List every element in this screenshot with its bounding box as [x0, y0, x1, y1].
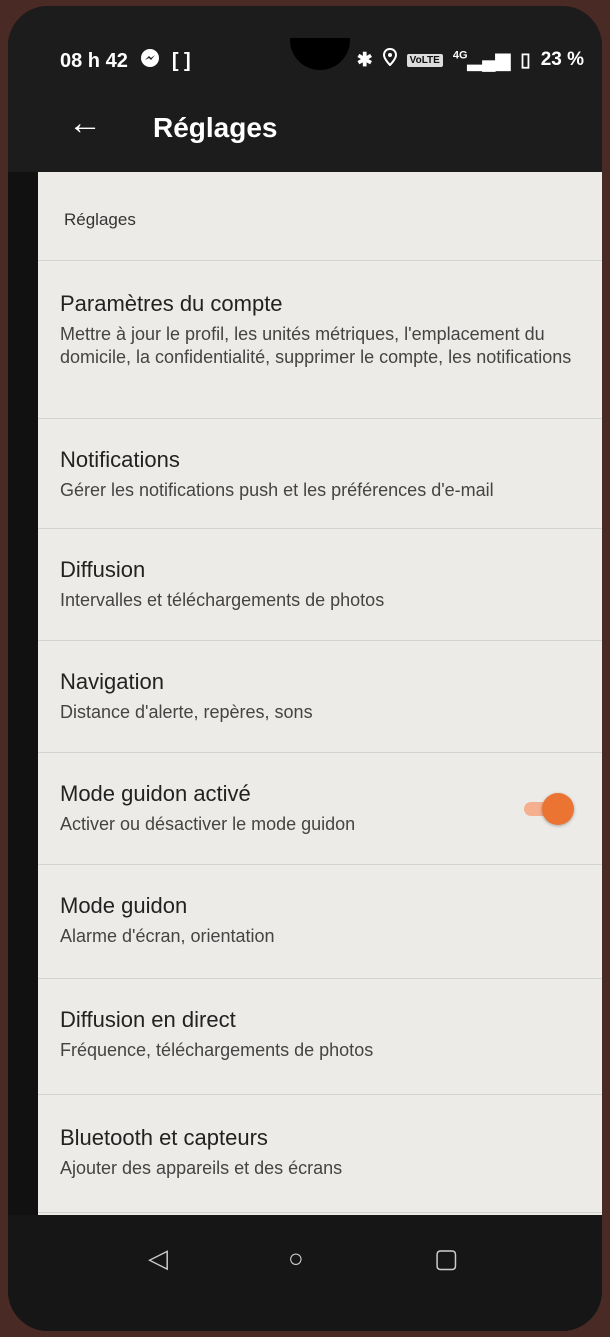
settings-list: Réglages Paramètres du compte Mettre à j… — [38, 172, 602, 1215]
setting-handlebar-mode-enabled[interactable]: Mode guidon activé Activer ou désactiver… — [38, 753, 602, 865]
setting-subtitle: Activer ou désactiver le mode guidon — [60, 814, 356, 834]
app-bar: ← Réglages — [8, 96, 602, 172]
status-bar: 08 h 42 [ ] ✱ VoLTE 4G▂▄▆ ▯ 23 % — [8, 6, 602, 96]
home-circle-icon[interactable]: ○ — [288, 1243, 304, 1274]
setting-handlebar-mode[interactable]: Mode guidon Alarme d'écran, orientation — [38, 865, 602, 979]
back-triangle-icon[interactable]: ◁ — [148, 1243, 168, 1274]
setting-subtitle: Distance d'alerte, repères, sons — [60, 702, 313, 722]
setting-subtitle: Gérer les notifications push et les préf… — [60, 480, 494, 500]
recents-square-icon[interactable]: ▢ — [434, 1243, 459, 1274]
setting-title: Paramètres du compte — [60, 291, 283, 316]
bracket-icon: [ ] — [171, 49, 191, 72]
setting-subtitle: Mettre à jour le profil, les unités métr… — [60, 324, 572, 367]
page-title: Réglages — [153, 112, 278, 143]
setting-bluetooth-sensors[interactable]: Bluetooth et capteurs Ajouter des appare… — [38, 1095, 602, 1213]
battery-level: 23 % — [540, 49, 584, 70]
setting-subtitle: Alarme d'écran, orientation — [60, 926, 275, 946]
volte-icon: VoLTE — [406, 53, 443, 67]
setting-live-broadcast[interactable]: Diffusion en direct Fréquence, télécharg… — [38, 979, 602, 1095]
setting-navigation[interactable]: Navigation Distance d'alerte, repères, s… — [38, 641, 602, 753]
setting-diffusion[interactable]: Diffusion Intervalles et téléchargements… — [38, 529, 602, 641]
section-header: Réglages — [38, 180, 602, 261]
signal-4g-icon: 4G▂▄▆ — [452, 49, 511, 71]
setting-title: Diffusion — [60, 557, 146, 582]
setting-subtitle: Fréquence, téléchargements de photos — [60, 1040, 374, 1060]
setting-subtitle: Ajouter des appareils et des écrans — [60, 1158, 343, 1178]
messenger-icon — [140, 48, 160, 74]
setting-title: Diffusion en direct — [60, 1007, 236, 1032]
clock: 08 h 42 — [60, 49, 128, 72]
toggle-knob — [542, 792, 574, 825]
phone-screen: 08 h 42 [ ] ✱ VoLTE 4G▂▄▆ ▯ 23 % ← Régla… — [8, 6, 602, 1331]
camera-notch — [290, 38, 350, 70]
back-arrow-icon[interactable]: ← — [68, 104, 102, 143]
setting-title: Notifications — [60, 447, 180, 472]
setting-title: Navigation — [60, 669, 164, 694]
setting-account[interactable]: Paramètres du compte Mettre à jour le pr… — [38, 261, 602, 419]
setting-title: Bluetooth et capteurs — [60, 1125, 268, 1150]
setting-subtitle: Intervalles et téléchargements de photos — [60, 590, 385, 610]
location-icon — [382, 47, 397, 72]
handlebar-mode-toggle[interactable] — [524, 792, 574, 825]
battery-icon: ▯ — [520, 49, 531, 71]
system-nav-bar: ◁ ○ ▢ — [8, 1215, 602, 1331]
setting-title: Mode guidon — [60, 893, 188, 918]
setting-notifications[interactable]: Notifications Gérer les notifications pu… — [38, 419, 602, 529]
setting-title: Mode guidon activé — [60, 781, 251, 806]
bluetooth-icon: ✱ — [356, 49, 373, 71]
